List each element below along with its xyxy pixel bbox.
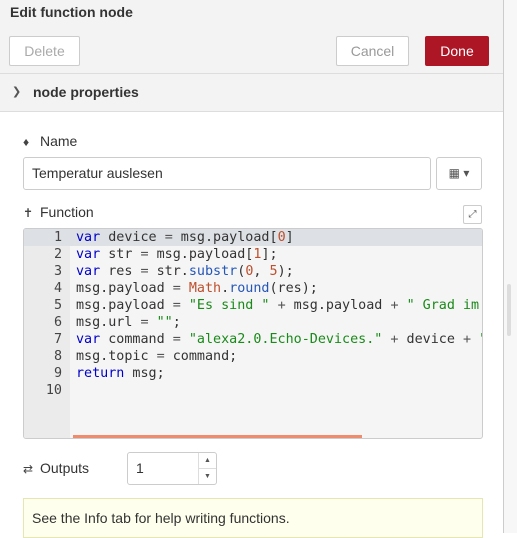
done-button[interactable]: Done (425, 36, 489, 66)
outputs-value: 1 (136, 460, 144, 476)
line-number: 1 (53, 230, 62, 245)
line-number: 10 (45, 383, 62, 398)
code-text: var str = msg.payload[1]; (76, 247, 278, 262)
line-number: 2 (53, 247, 62, 262)
spinner-controls: ▲ ▼ (198, 453, 216, 484)
spinner-down-icon[interactable]: ▼ (199, 469, 216, 484)
name-input[interactable]: Temperatur auslesen (23, 157, 431, 190)
name-label-text: Name (40, 133, 78, 149)
code-text: var command = "alexa2.0.Echo-Devices." +… (76, 332, 482, 347)
scrollbar-thumb[interactable] (507, 284, 511, 336)
line-number: 3 (53, 264, 62, 279)
delete-button[interactable]: Delete (9, 36, 80, 66)
code-text: msg.topic = command; (76, 349, 238, 364)
code-text: var res = str.substr(0, 5); (76, 264, 294, 279)
outputs-spinner[interactable]: 1 ▲ ▼ (127, 452, 217, 485)
name-label: ♦ Name (23, 133, 77, 149)
dialog-title: Edit function node (0, 0, 503, 26)
line-number: 5 (53, 298, 62, 313)
spinner-up-icon[interactable]: ▲ (199, 453, 216, 469)
info-tip: See the Info tab for help writing functi… (23, 498, 483, 538)
node-properties-section[interactable]: ❯ node properties (0, 74, 503, 112)
expand-icon: ⤢ (468, 209, 477, 220)
section-label: node properties (33, 84, 139, 100)
line-number: 6 (53, 315, 62, 330)
book-icon: ▦ (448, 166, 460, 180)
code-editor[interactable]: 1 var device = msg.payload[0] 2 var str = … (23, 228, 483, 439)
wrench-icon: ✝ (23, 206, 34, 220)
code-text: msg.payload = Math.round(res); (76, 281, 318, 296)
line-number: 7 (53, 332, 62, 347)
tag-icon: ♦ (23, 135, 30, 149)
line-number: 8 (53, 349, 62, 364)
sidebar-divider[interactable] (503, 0, 517, 533)
caret-down-icon: ▾ (463, 166, 470, 180)
horizontal-scrollbar[interactable] (73, 435, 362, 438)
code-text: msg.payload = "Es sind " + msg.payload +… (76, 298, 480, 313)
dialog-toolbar: Delete Cancel Done (0, 26, 503, 74)
library-button[interactable]: ▦ ▾ (436, 157, 482, 190)
cancel-button[interactable]: Cancel (336, 36, 409, 66)
outputs-label: ⇄ Outputs (23, 460, 89, 476)
line-number: 9 (53, 366, 62, 381)
outputs-label-text: Outputs (40, 460, 90, 476)
function-label: ✝ Function (23, 204, 94, 220)
chevron-down-icon: ❯ (12, 86, 22, 98)
expand-editor-button[interactable]: ⤢ (463, 205, 482, 224)
shuffle-icon: ⇄ (23, 462, 34, 476)
line-number: 4 (53, 281, 62, 296)
function-label-text: Function (40, 204, 94, 220)
code-text: var device = msg.payload[0] (76, 230, 294, 245)
code-text: msg.url = ""; (76, 315, 181, 330)
code-text: return msg; (76, 366, 165, 381)
